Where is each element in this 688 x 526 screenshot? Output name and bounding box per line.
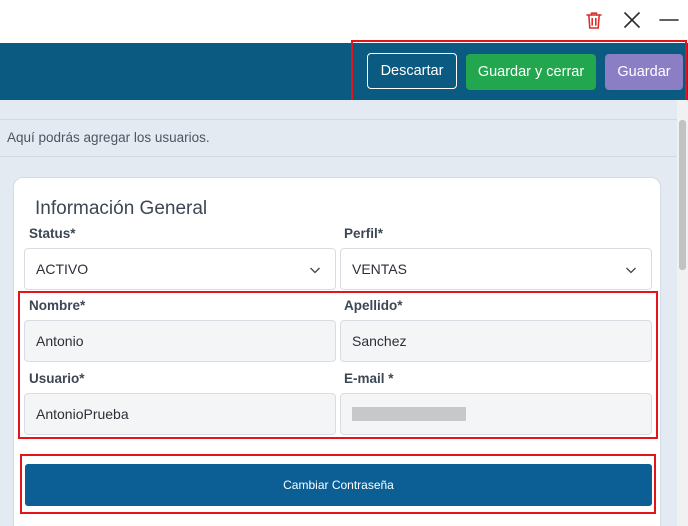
first-name-value: Antonio: [36, 333, 84, 349]
last-name-value: Sanchez: [352, 333, 407, 349]
username-value: AntonioPrueba: [36, 406, 129, 422]
profile-label: Perfil*: [344, 226, 384, 241]
profile-select[interactable]: VENTAS: [340, 248, 652, 290]
profile-value: VENTAS: [352, 261, 407, 277]
first-name-label: Nombre*: [29, 298, 86, 313]
minimize-icon[interactable]: [658, 9, 680, 31]
vertical-scrollbar[interactable]: [677, 100, 688, 526]
general-info-card: Información General Status* ACTIVO Perfi…: [13, 177, 661, 526]
last-name-field[interactable]: Sanchez: [340, 320, 652, 362]
status-label: Status*: [29, 226, 76, 241]
username-label: Usuario*: [29, 371, 85, 386]
window-titlebar: [0, 0, 688, 43]
divider: [0, 119, 677, 120]
save-and-close-button[interactable]: Guardar y cerrar: [466, 54, 596, 90]
change-password-button[interactable]: Cambiar Contraseña: [25, 464, 652, 506]
username-field[interactable]: AntonioPrueba: [24, 393, 336, 435]
header-bar: Descartar Guardar y cerrar Guardar: [0, 43, 688, 100]
scrollbar-thumb[interactable]: [679, 120, 686, 270]
email-label: E-mail *: [344, 371, 394, 386]
last-name-label: Apellido*: [344, 298, 403, 313]
main-content: Aquí podrás agregar los usuarios. Inform…: [0, 100, 677, 526]
redacted-email: [352, 407, 466, 421]
email-field[interactable]: [340, 393, 652, 435]
card-title: Información General: [35, 198, 208, 219]
first-name-field[interactable]: Antonio: [24, 320, 336, 362]
discard-button[interactable]: Descartar: [367, 53, 457, 89]
chevron-down-icon: [309, 264, 321, 276]
status-select[interactable]: ACTIVO: [24, 248, 336, 290]
status-value: ACTIVO: [36, 261, 89, 277]
divider: [0, 156, 677, 157]
close-icon[interactable]: [621, 9, 643, 31]
page-description: Aquí podrás agregar los usuarios.: [7, 130, 210, 145]
save-button[interactable]: Guardar: [605, 54, 683, 90]
trash-icon[interactable]: [583, 9, 605, 31]
chevron-down-icon: [625, 264, 637, 276]
